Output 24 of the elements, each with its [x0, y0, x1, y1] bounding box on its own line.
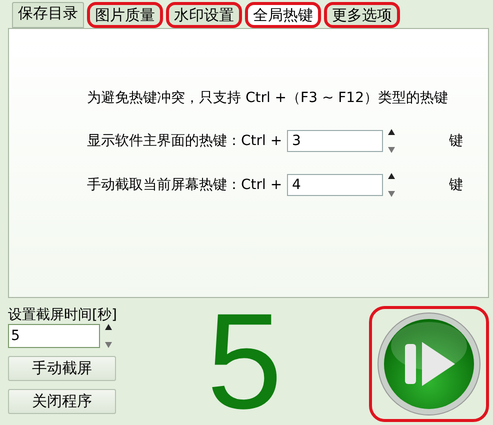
play-button[interactable]: [377, 312, 481, 416]
action-button[interactable]: 手动截屏: [8, 356, 116, 381]
up-arrow-icon[interactable]: [388, 173, 394, 179]
tab[interactable]: 图片质量: [87, 2, 163, 28]
hotkey-label: 手动截取当前屏幕热键：Ctrl +: [87, 176, 284, 194]
key-label: 键: [449, 132, 463, 150]
hotkey-note: 为避免热键冲突，只支持 Ctrl +（F3 ~ F12）类型的热键: [87, 89, 449, 108]
down-arrow-icon[interactable]: [104, 342, 112, 348]
down-arrow-icon[interactable]: [388, 147, 394, 153]
countdown-number: 5: [206, 285, 282, 425]
timer-field[interactable]: 5: [8, 324, 100, 348]
tab[interactable]: 全局热键: [245, 2, 321, 28]
down-arrow-icon[interactable]: [388, 191, 394, 197]
tab[interactable]: 水印设置: [166, 2, 242, 28]
key-label: 键: [449, 176, 463, 194]
action-button[interactable]: 关闭程序: [8, 389, 116, 414]
tab[interactable]: 保存目录: [12, 2, 84, 28]
timer-label: 设置截屏时间[秒]: [8, 306, 118, 324]
tab[interactable]: 更多选项: [324, 2, 400, 28]
up-arrow-icon[interactable]: [104, 324, 112, 330]
up-arrow-icon[interactable]: [388, 129, 394, 135]
hotkey-field[interactable]: 4: [287, 174, 383, 196]
hotkey-field[interactable]: 3: [287, 130, 383, 152]
hotkey-label: 显示软件主界面的热键：Ctrl +: [87, 132, 284, 150]
